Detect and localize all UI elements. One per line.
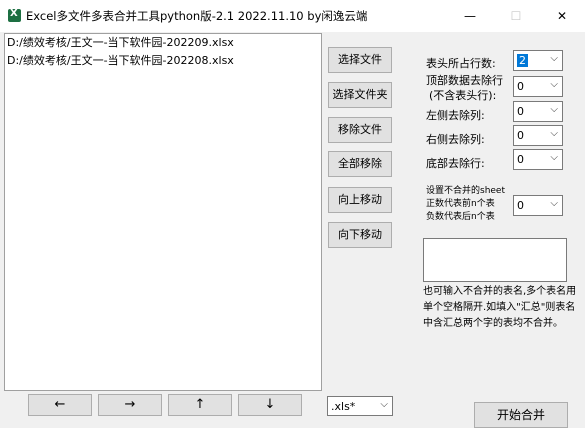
list-item[interactable]: D:/绩效考核/王文一-当下软件园-202208.xlsx — [5, 52, 321, 70]
chevron-down-icon: ⌵ — [550, 152, 558, 163]
left-arrow-button[interactable]: ← — [28, 394, 92, 416]
select-file-button[interactable]: 选择文件 — [328, 47, 392, 73]
select-folder-button[interactable]: 选择文件夹 — [328, 82, 392, 108]
right-cols-label: 右侧去除列: — [426, 133, 485, 146]
skip-sheets-hint-positive: 正数代表前n个表 — [426, 199, 495, 209]
skip-sheets-label: 设置不合并的sheet — [426, 186, 505, 196]
move-up-button[interactable]: 向上移动 — [328, 187, 392, 213]
skip-sheet-names-input[interactable] — [423, 238, 567, 282]
top-rows-value: 0 — [517, 80, 524, 93]
remove-all-button[interactable]: 全部移除 — [328, 151, 392, 177]
file-listbox[interactable]: D:/绩效考核/王文一-当下软件园-202209.xlsx D:/绩效考核/王文… — [4, 33, 322, 391]
bottom-rows-value: 0 — [517, 153, 524, 166]
down-arrow-button[interactable]: ↓ — [238, 394, 302, 416]
right-arrow-button[interactable]: → — [98, 394, 162, 416]
left-cols-value: 0 — [517, 105, 524, 118]
close-button[interactable]: ✕ — [539, 0, 585, 32]
header-rows-label: 表头所占行数: — [426, 57, 496, 70]
remove-file-button[interactable]: 移除文件 — [328, 117, 392, 143]
chevron-down-icon: ⌵ — [550, 128, 558, 139]
title-bar: Excel多文件多表合并工具python版-2.1 2022.11.10 by闲… — [0, 0, 585, 32]
list-item[interactable]: D:/绩效考核/王文一-当下软件园-202209.xlsx — [5, 34, 321, 52]
window-title: Excel多文件多表合并工具python版-2.1 2022.11.10 by闲… — [26, 9, 368, 23]
header-rows-combo[interactable]: 2 ⌵ — [513, 50, 563, 71]
excel-app-icon — [8, 8, 21, 22]
chevron-down-icon: ⌵ — [380, 399, 388, 410]
top-rows-label: 顶部数据去除行 — [426, 74, 503, 87]
up-arrow-button[interactable]: ↑ — [168, 394, 232, 416]
file-format-combo[interactable]: .xls* ⌵ — [327, 396, 393, 416]
bottom-rows-label: 底部去除行: — [426, 157, 485, 170]
skip-sheets-note: 也可输入不合并的表名,多个表名用单个空格隔开.如填入"汇总"则表名中含汇总两个字… — [423, 286, 577, 329]
start-merge-button[interactable]: 开始合并 — [474, 402, 568, 428]
top-rows-combo[interactable]: 0 ⌵ — [513, 76, 563, 97]
left-cols-combo[interactable]: 0 ⌵ — [513, 101, 563, 122]
right-cols-combo[interactable]: 0 ⌵ — [513, 125, 563, 146]
chevron-down-icon: ⌵ — [550, 79, 558, 90]
right-cols-value: 0 — [517, 129, 524, 142]
skip-sheets-combo[interactable]: 0 ⌵ — [513, 195, 563, 216]
maximize-button[interactable]: ☐ — [493, 0, 539, 32]
header-rows-value: 2 — [517, 54, 528, 67]
file-format-value: .xls* — [331, 400, 356, 413]
skip-sheets-hint-negative: 负数代表后n个表 — [426, 212, 495, 222]
move-down-button[interactable]: 向下移动 — [328, 222, 392, 248]
chevron-down-icon: ⌵ — [550, 53, 558, 64]
minimize-button[interactable]: — — [447, 0, 493, 32]
chevron-down-icon: ⌵ — [550, 198, 558, 209]
skip-sheets-value: 0 — [517, 199, 524, 212]
bottom-rows-combo[interactable]: 0 ⌵ — [513, 149, 563, 170]
top-rows-label-sub: (不含表头行): — [429, 89, 497, 102]
chevron-down-icon: ⌵ — [550, 104, 558, 115]
left-cols-label: 左侧去除列: — [426, 109, 485, 122]
